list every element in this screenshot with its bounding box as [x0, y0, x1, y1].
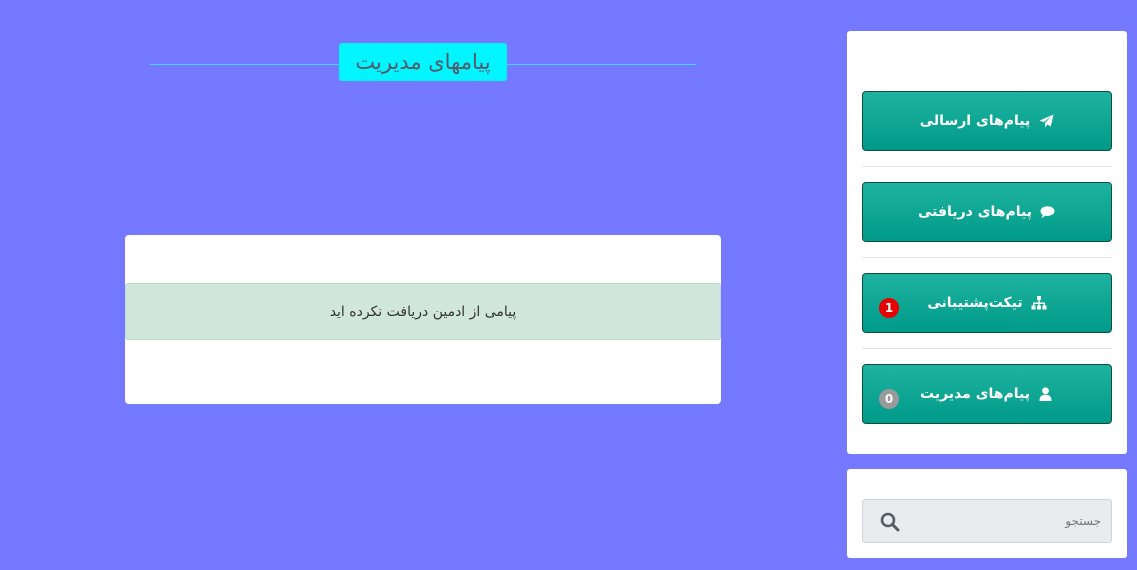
- search-panel: [847, 469, 1127, 558]
- sitemap-icon: [1031, 295, 1047, 311]
- user-icon: [1038, 386, 1054, 402]
- menu-divider: [862, 348, 1112, 349]
- page-title-text: پیامهای مدیریت: [355, 50, 491, 74]
- paper-plane-icon: [1038, 113, 1054, 129]
- sidebar-item-label: پیام‌های مدیریت: [920, 386, 1030, 402]
- sidebar-menu: پیام‌های ارسالی پیام‌های دریافتی تیکت‌پش…: [847, 31, 1127, 454]
- search-icon[interactable]: [880, 512, 900, 532]
- ticket-count-badge: 1: [879, 298, 899, 318]
- page-title: پیامهای مدیریت: [339, 43, 507, 81]
- admin-messages-count-badge: 0: [879, 389, 899, 409]
- messages-card: پیامی از ادمین دریافت نکرده اید: [125, 235, 721, 404]
- comment-icon: [1040, 204, 1056, 220]
- sidebar-item-support-ticket[interactable]: تیکت‌پشتیبانی 1: [862, 273, 1112, 333]
- sidebar-item-label: تیکت‌پشتیبانی: [927, 295, 1023, 311]
- menu-divider: [862, 166, 1112, 167]
- sidebar-item-label: پیام‌های دریافتی: [918, 204, 1032, 220]
- empty-messages-alert: پیامی از ادمین دریافت نکرده اید: [125, 283, 721, 340]
- sidebar-item-sent-messages[interactable]: پیام‌های ارسالی: [862, 91, 1112, 151]
- sidebar-item-received-messages[interactable]: پیام‌های دریافتی: [862, 182, 1112, 242]
- sidebar-item-label: پیام‌های ارسالی: [919, 113, 1031, 129]
- empty-messages-text: پیامی از ادمین دریافت نکرده اید: [329, 303, 517, 320]
- sidebar-item-admin-messages[interactable]: پیام‌های مدیریت 0: [862, 364, 1112, 424]
- menu-divider: [862, 257, 1112, 258]
